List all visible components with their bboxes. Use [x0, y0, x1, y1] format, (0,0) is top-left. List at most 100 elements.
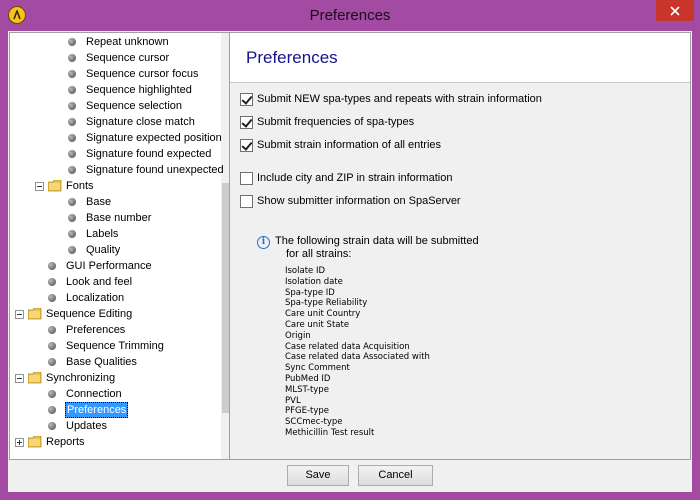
- strain-field-item: Care unit State: [285, 319, 350, 330]
- tree-item-label: Sequence highlighted: [86, 84, 192, 96]
- tree-bullet-icon: [68, 230, 76, 238]
- tree-bullet-icon: [68, 198, 76, 206]
- tree-item[interactable]: Updates: [10, 418, 220, 434]
- tree-item[interactable]: Sequence cursor: [10, 50, 220, 66]
- tree-item[interactable]: Quality: [10, 242, 220, 258]
- folder-icon: [28, 372, 42, 384]
- option-checkbox-row[interactable]: Include city and ZIP in strain informati…: [240, 170, 452, 186]
- checkbox[interactable]: [240, 115, 253, 129]
- checkbox[interactable]: [240, 138, 253, 152]
- tree-bullet-icon: [68, 246, 76, 254]
- option-label: Submit strain information of all entries: [257, 139, 442, 151]
- tree-item-label: Sequence selection: [86, 100, 183, 112]
- checkbox[interactable]: [240, 171, 253, 185]
- collapse-icon[interactable]: [35, 182, 44, 191]
- tree-item[interactable]: Localization: [10, 290, 220, 306]
- tree-item[interactable]: Signature found unexpected: [10, 162, 224, 178]
- tree-item-label: Fonts: [66, 180, 94, 192]
- tree-item[interactable]: Base number: [10, 210, 220, 226]
- panel-header: Preferences: [230, 33, 690, 83]
- tree-item-label: Connection: [66, 388, 122, 400]
- info-icon: i: [257, 236, 270, 249]
- tree-item-label: Base number: [86, 212, 152, 224]
- option-checkbox-row[interactable]: Submit strain information of all entries: [240, 137, 441, 153]
- expand-icon[interactable]: [15, 438, 24, 447]
- tree-item[interactable]: Signature expected position: [10, 130, 222, 146]
- tree-item[interactable]: Base Qualities: [10, 354, 220, 370]
- tree-bullet-icon: [68, 38, 76, 46]
- tree-item[interactable]: Reports: [10, 434, 220, 450]
- tree-item[interactable]: Connection: [10, 386, 220, 402]
- tree-bullet-icon: [68, 54, 76, 62]
- window-title: Preferences: [309, 7, 391, 24]
- preferences-window: Preferences Repeat unknown Sequence curso…: [0, 0, 700, 500]
- checkbox[interactable]: [240, 194, 253, 208]
- tree-item[interactable]: Synchronizing: [10, 370, 220, 386]
- strain-field-item: PFGE-type: [285, 406, 330, 417]
- tree-item-label: Updates: [66, 420, 107, 432]
- collapse-icon[interactable]: [15, 310, 24, 319]
- option-label: Include city and ZIP in strain informati…: [257, 172, 453, 184]
- close-button[interactable]: [656, 0, 694, 21]
- tree-item[interactable]: Sequence highlighted: [10, 82, 220, 98]
- strain-fields-list: Isolate ID Isolation date Spa-type ID Spa-t…: [285, 266, 430, 439]
- tree-item[interactable]: Labels: [10, 226, 220, 242]
- tree-item[interactable]: Signature close match: [10, 114, 220, 130]
- strain-field-item: SCCmec-type: [285, 417, 343, 428]
- tree-item[interactable]: Preferences: [10, 402, 220, 418]
- title-bar[interactable]: Preferences: [0, 0, 700, 31]
- option-label: Show submitter information on SpaServer: [257, 195, 461, 207]
- strain-field-item: PVL: [285, 395, 301, 406]
- option-checkbox-row[interactable]: Show submitter information on SpaServer: [240, 193, 461, 209]
- tree-bullet-icon: [48, 342, 56, 350]
- tree-item-label: Base Qualities: [66, 356, 137, 368]
- tree-bullet-icon: [48, 390, 56, 398]
- tree-item-label: Sequence cursor: [86, 52, 170, 64]
- tree-item[interactable]: Repeat unknown: [10, 34, 220, 50]
- save-button[interactable]: Save: [287, 465, 349, 486]
- close-icon: [670, 5, 680, 16]
- folder-icon: [48, 180, 62, 192]
- checkbox[interactable]: [240, 92, 253, 106]
- strain-field-item: Isolation date: [285, 276, 343, 287]
- tree-bullet-icon: [68, 118, 76, 126]
- tree-item[interactable]: Look and feel: [10, 274, 220, 290]
- strain-field-item: Origin: [285, 330, 311, 341]
- tree-item[interactable]: Sequence selection: [10, 98, 220, 114]
- collapse-icon[interactable]: [15, 374, 24, 383]
- strain-field-item: Spa-type Reliability: [285, 298, 368, 309]
- tree-item[interactable]: Sequence Trimming: [10, 338, 220, 354]
- tree-item[interactable]: Signature found expected: [10, 146, 220, 162]
- strain-field-item: Methicillin Test result: [285, 427, 375, 438]
- tree-item[interactable]: Sequence Editing: [10, 306, 220, 322]
- tree-scrollbar-thumb[interactable]: [222, 183, 229, 413]
- tree-item-label: Synchronizing: [46, 372, 116, 384]
- info-text-line2: for all strains:: [286, 248, 352, 260]
- tree-item[interactable]: GUI Performance: [10, 258, 220, 274]
- cancel-button[interactable]: Cancel: [358, 465, 433, 486]
- tree-bullet-icon: [68, 86, 76, 94]
- option-checkbox-row[interactable]: Submit frequencies of spa-types: [240, 114, 414, 130]
- preferences-panel: Preferences Submit NEW spa-types and rep…: [229, 32, 691, 460]
- tree-item[interactable]: Preferences: [10, 322, 220, 338]
- option-label: Submit NEW spa-types and repeats with st…: [257, 93, 542, 105]
- tree-bullet-icon: [68, 150, 76, 158]
- strain-field-item: Care unit Country: [285, 309, 361, 320]
- tree-item-label: Sequence Editing: [46, 308, 133, 320]
- tree-item-label: Preferences: [65, 402, 129, 418]
- tree-item[interactable]: Fonts: [10, 178, 220, 194]
- tree-item-label: Look and feel: [66, 276, 133, 288]
- tree-item[interactable]: Sequence cursor focus: [10, 66, 220, 82]
- tree-bullet-icon: [68, 70, 76, 78]
- strain-field-item: Case related data Associated with: [285, 352, 430, 363]
- tree-bullet-icon: [48, 278, 56, 286]
- tree-item-label: Sequence Trimming: [66, 340, 164, 352]
- strain-field-item: Case related data Acquisition: [285, 341, 410, 352]
- tree-item-label: Signature close match: [86, 116, 195, 128]
- tree-bullet-icon: [68, 166, 76, 174]
- tree-bullet-icon: [68, 134, 76, 142]
- tree-item-label: Reports: [46, 436, 85, 448]
- tree-bullet-icon: [48, 262, 56, 270]
- tree-item[interactable]: Base: [10, 194, 220, 210]
- option-checkbox-row[interactable]: Submit NEW spa-types and repeats with st…: [240, 91, 542, 107]
